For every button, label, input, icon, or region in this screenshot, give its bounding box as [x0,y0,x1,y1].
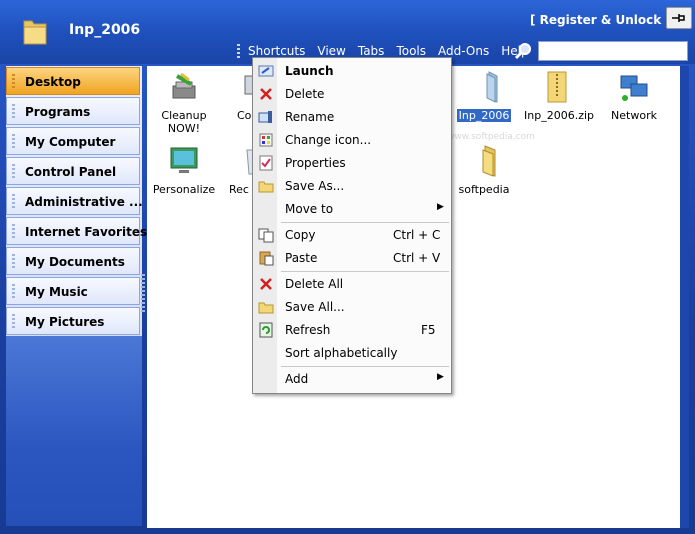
file-label: Cleanup NOW! [161,109,207,135]
toolbar-grip[interactable] [237,44,240,58]
ctx-sort-alphabetically[interactable]: Sort alphabetically [253,342,451,364]
file-label: Inp_2006 [456,109,512,122]
sidebar-item-administrative[interactable]: Administrative ... [6,187,143,215]
sidebar-item-desktop[interactable]: Desktop [6,67,140,95]
network-icon [620,75,648,101]
ctx-paste[interactable]: Paste Ctrl + V [253,247,451,269]
ctx-save-as[interactable]: Save As... [253,175,451,197]
menu-tabs[interactable]: Tabs [358,44,385,58]
sidebar-item-internet-favorites[interactable]: Internet Favorites [6,217,147,245]
ctx-add[interactable]: Add ▶ [253,368,451,390]
ctx-change-icon[interactable]: Change icon... [253,129,451,151]
app-title: Inp_2006 [69,22,141,38]
save-all-icon [258,302,274,314]
delete-all-icon [260,278,272,290]
sidebar-resize-grip[interactable] [141,274,145,314]
sidebar-item-programs[interactable]: Programs [6,97,140,125]
submenu-arrow-icon: ▶ [437,202,444,212]
file-item-inp-2006[interactable]: Inp_2006 [449,70,519,122]
menu-separator [281,366,449,367]
menu-add-ons[interactable]: Add-Ons [438,44,489,58]
cleanup-icon [172,72,196,99]
ctx-delete[interactable]: Delete [253,83,451,105]
ctx-rename[interactable]: Rename [253,106,451,128]
sidebar-background [6,336,142,526]
submenu-arrow-icon: ▶ [437,372,444,382]
ctx-refresh[interactable]: Refresh F5 [253,319,451,341]
menu-tools[interactable]: Tools [396,44,426,58]
personalize-icon [170,147,198,173]
file-label: Rec [229,183,249,196]
folder-icon [23,20,47,45]
ctx-launch[interactable]: Launch [253,60,451,82]
search-icon[interactable] [514,42,532,60]
file-item-inp-2006-zip[interactable]: Inp_2006.zip [522,70,594,122]
file-label: Network [611,109,657,122]
softpedia-watermark-url: www.softpedia.com [447,132,535,142]
ctx-properties[interactable]: Properties [253,152,451,174]
change-icon-icon [259,133,273,147]
file-label: Inp_2006.zip [524,109,595,122]
app-window: Inp_2006 [ Register & Unlock ] Shortcuts… [0,0,695,534]
file-item-recycle-bin[interactable]: Rec [227,144,253,196]
file-item-cleanup[interactable]: Cleanup NOW! [149,70,219,135]
file-item-personalize[interactable]: Personalize [149,144,219,196]
file-item-network[interactable]: Network [599,70,669,122]
ctx-save-all[interactable]: Save All... [253,296,451,318]
sidebar-item-my-pictures[interactable]: My Pictures [6,307,140,335]
folder-icon [486,71,498,103]
rename-icon [258,111,272,123]
save-as-icon [258,181,274,193]
launch-icon [258,65,274,77]
pin-icon[interactable] [666,7,692,29]
menu-view[interactable]: View [317,44,345,58]
ctx-delete-all[interactable]: Delete All [253,273,451,295]
sidebar-item-my-documents[interactable]: My Documents [6,247,140,275]
vertical-scrollbar[interactable] [680,66,689,528]
file-item-computer[interactable]: Co [227,70,253,122]
sidebar-item-control-panel[interactable]: Control Panel [6,157,140,185]
refresh-icon [259,322,273,338]
ctx-move-to[interactable]: Move to ▶ [253,198,451,220]
file-label: Co [237,109,252,122]
copy-icon [258,228,274,243]
context-menu: Launch Delete Rename Change icon... Prop… [252,57,452,394]
menu-separator [281,222,449,223]
properties-icon [259,155,273,171]
ctx-copy[interactable]: Copy Ctrl + C [253,224,451,246]
file-label: softpedia [458,183,510,196]
register-unlock-link[interactable]: [ Register & Unlock ] [530,13,671,27]
file-item-softpedia[interactable]: softpedia [449,144,519,196]
header-bar: Inp_2006 [ Register & Unlock ] Shortcuts… [0,0,695,64]
file-label: Personalize [152,183,216,196]
sidebar-item-my-music[interactable]: My Music [6,277,140,305]
folder-icon [482,145,496,177]
search-input[interactable] [538,41,688,61]
menu-shortcuts[interactable]: Shortcuts [248,44,305,58]
zip-folder-icon [547,71,567,103]
sidebar-item-my-computer[interactable]: My Computer [6,127,140,155]
paste-icon [259,251,274,266]
delete-icon [260,88,272,100]
menu-separator [281,271,449,272]
